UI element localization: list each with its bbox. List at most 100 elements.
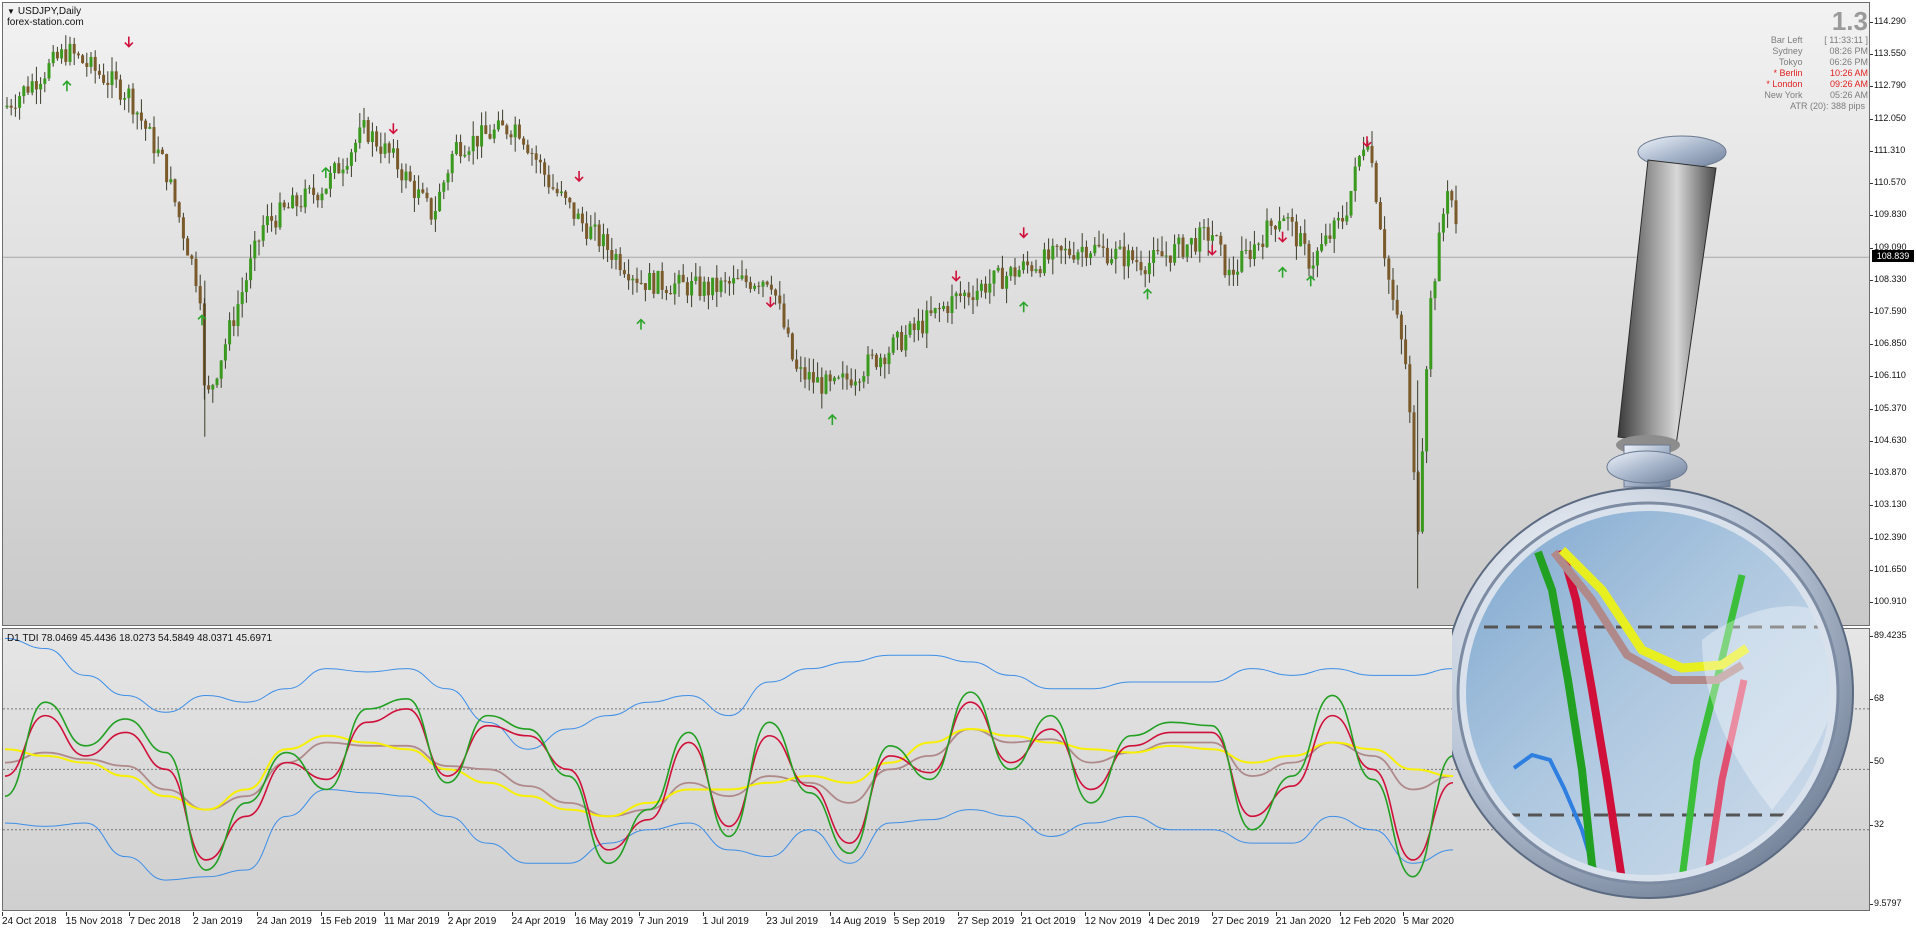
candle-body	[1336, 217, 1340, 221]
candle-body	[744, 275, 748, 283]
date-tick: 16 May 2019	[575, 912, 634, 927]
candle-body	[232, 320, 236, 327]
candle-body	[463, 154, 467, 157]
buy-arrow-icon	[321, 166, 331, 178]
price-tick: 112.050	[1870, 112, 1906, 123]
candle-body	[1068, 248, 1072, 256]
price-chart-canvas[interactable]	[3, 3, 1869, 625]
date-tick: 24 Oct 2018	[2, 912, 57, 927]
indicator-axis[interactable]: 89.4235 68 50 32 9.5797	[1869, 628, 1916, 911]
candle-body	[593, 224, 597, 227]
candle-body	[299, 206, 303, 208]
candle-body	[963, 292, 967, 296]
dropdown-triangle-icon[interactable]: ▼	[7, 7, 15, 16]
candle-body	[396, 148, 400, 170]
candle-body	[1450, 191, 1454, 201]
candle-body	[354, 142, 358, 153]
candle-body	[967, 292, 971, 298]
candle-body	[1320, 244, 1324, 251]
date-tick: 14 Aug 2019	[830, 912, 887, 927]
session-label: ATR (20): 388 pips	[1790, 101, 1865, 111]
sell-arrow-icon	[124, 36, 134, 48]
candle-body	[244, 280, 248, 293]
candle-body	[900, 331, 904, 351]
candle-body	[622, 270, 626, 275]
candle-body	[648, 272, 652, 290]
candle-body	[421, 189, 425, 193]
upper-band-line	[4, 637, 1454, 750]
candle-body	[1219, 235, 1223, 245]
candle-body	[152, 127, 156, 154]
candle-body	[883, 357, 887, 365]
candle-body	[501, 120, 505, 126]
candle-body	[753, 285, 757, 289]
candle-body	[1324, 235, 1328, 245]
candle-body	[849, 379, 853, 386]
buy-arrow-icon	[827, 413, 837, 426]
candle-body	[1135, 260, 1139, 263]
candle-body	[1089, 253, 1093, 258]
price-axis[interactable]: 114.290 113.550 112.790 112.050 111.310 110.5…	[1869, 2, 1916, 626]
time-axis[interactable]: 24 Oct 2018 15 Nov 2018 7 Dec 2018 2 Jan 20…	[0, 912, 1868, 933]
candle-body	[895, 331, 899, 338]
indicator-tick: 9.5797	[1870, 898, 1902, 908]
candle-body	[1177, 237, 1181, 245]
session-row: ATR (20): 388 pips	[1731, 101, 1869, 112]
date-tick: 4 Dec 2019	[1148, 912, 1200, 927]
candle-body	[333, 163, 337, 173]
candle-body	[795, 359, 799, 369]
candle-body	[937, 308, 941, 310]
candle-body	[891, 337, 895, 353]
candle-body	[475, 135, 479, 147]
symbol-text: USDJPY,Daily	[17, 6, 82, 17]
date-tick: 2 Apr 2019	[447, 912, 497, 927]
date-tick: 1 Jul 2019	[702, 912, 749, 927]
candle-body	[988, 283, 992, 293]
price-tick: 105.370	[1870, 402, 1907, 413]
candle-body	[807, 372, 811, 380]
candle-body	[580, 213, 584, 224]
tdi-indicator-panel[interactable]: D1 TDI 78.0469 45.4436 18.0273 54.5849 4…	[2, 628, 1870, 911]
candle-body	[635, 278, 639, 283]
price-tick: 104.630	[1870, 434, 1907, 445]
buy-arrow-icon	[1278, 266, 1288, 278]
candle-body	[1349, 190, 1353, 216]
candle-body	[681, 274, 685, 283]
candle-body	[160, 149, 164, 155]
candle-body	[404, 171, 408, 181]
candle-body	[534, 153, 538, 160]
date-tick: 24 Apr 2019	[511, 912, 566, 927]
candle-body	[55, 51, 59, 59]
date-tick: 7 Dec 2018	[129, 912, 181, 927]
candle-body	[1210, 235, 1214, 241]
candle-body	[1126, 250, 1130, 267]
candle-body	[971, 297, 975, 300]
date-tick: 27 Dec 2019	[1212, 912, 1270, 927]
candle-body	[459, 142, 463, 157]
candle-body	[341, 169, 345, 174]
candle-body	[1236, 271, 1240, 275]
price-chart-panel[interactable]: ▼ USDJPY,Daily forex-station.com 1.3 Bar …	[2, 2, 1870, 626]
candle-body	[1299, 233, 1303, 247]
candle-body	[1156, 250, 1160, 252]
tdi-canvas[interactable]	[3, 629, 1869, 910]
candle-body	[148, 127, 152, 129]
candle-body	[1181, 237, 1185, 257]
candle-body	[929, 310, 933, 314]
candle-body	[295, 195, 299, 207]
candle-body	[337, 163, 341, 174]
candle-body	[450, 154, 454, 174]
candle-body	[1152, 250, 1156, 263]
candle-body	[379, 146, 383, 154]
session-label: * Berlin	[1773, 68, 1803, 78]
candle-body	[879, 357, 883, 368]
candle-body	[1055, 245, 1059, 247]
candle-body	[219, 360, 223, 379]
candle-body	[165, 154, 169, 183]
price-tick: 101.650	[1870, 563, 1907, 574]
candle-body	[215, 378, 219, 386]
candle-body	[135, 112, 139, 115]
candle-body	[190, 255, 194, 259]
candle-body	[837, 377, 841, 379]
candle-body	[702, 281, 706, 296]
